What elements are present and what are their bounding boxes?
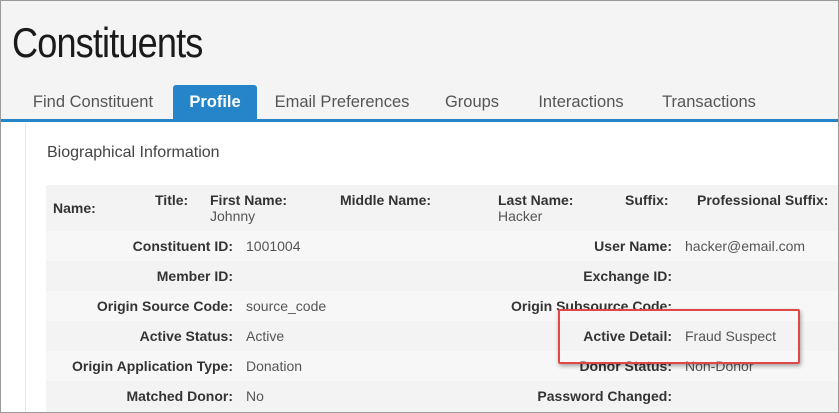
tab-profile[interactable]: Profile xyxy=(173,85,257,119)
biographical-grid: Name: Title: First Name: Johnny Middle N… xyxy=(46,185,838,412)
origin-application-type-label: Origin Application Type: xyxy=(72,358,233,374)
origin-source-code-label: Origin Source Code: xyxy=(96,298,233,314)
section-title: Biographical Information xyxy=(47,144,220,161)
active-status-label: Active Status: xyxy=(139,328,233,344)
tab-transactions[interactable]: Transactions xyxy=(649,85,769,119)
last-name-label: Last Name: xyxy=(498,192,574,208)
last-name-value: Hacker xyxy=(498,208,543,224)
donor-status-label: Donor Status: xyxy=(579,358,672,374)
constituent-id-value: 1001004 xyxy=(246,238,301,254)
tab-underline xyxy=(1,119,838,122)
password-changed-label: Password Changed: xyxy=(537,388,672,404)
suffix-label: Suffix: xyxy=(625,192,669,208)
tab-email-preferences[interactable]: Email Preferences xyxy=(263,85,421,119)
constituent-id-label: Constituent ID: xyxy=(132,238,233,254)
member-id-label: Member ID: xyxy=(156,268,233,284)
field-row: Constituent ID: 1001004 User Name: hacke… xyxy=(46,231,838,261)
profile-panel: Biographical Information Name: Title: Fi… xyxy=(25,123,838,412)
professional-suffix-label: Professional Suffix: xyxy=(697,192,829,208)
title-label: Title: xyxy=(155,192,189,208)
origin-application-type-value: Donation xyxy=(246,358,303,374)
exchange-id-label: Exchange ID: xyxy=(583,268,672,284)
name-label: Name: xyxy=(53,200,96,216)
tab-find-constituent[interactable]: Find Constituent xyxy=(15,85,171,119)
middle-name-label: Middle Name: xyxy=(340,192,432,208)
first-name-label: First Name: xyxy=(210,192,288,208)
app-frame: Constituents Find Constituent Profile Em… xyxy=(0,0,839,413)
active-detail-value: Fraud Suspect xyxy=(685,328,777,344)
origin-subsource-code-label: Origin Subsource Code: xyxy=(510,298,672,314)
field-row: Matched Donor: No Password Changed: xyxy=(46,381,838,411)
field-row: Member ID: Exchange ID: xyxy=(46,261,838,291)
matched-donor-value: No xyxy=(246,388,264,404)
first-name-value: Johnny xyxy=(210,208,256,224)
page-title: Constituents xyxy=(12,19,203,66)
field-row: Active Status: Active Active Detail: Fra… xyxy=(46,321,838,351)
field-row: Origin Application Type: Donation Donor … xyxy=(46,351,838,381)
user-name-value: hacker@email.com xyxy=(685,238,806,254)
field-row: Origin Source Code: source_code Origin S… xyxy=(46,291,838,321)
matched-donor-label: Matched Donor: xyxy=(126,388,233,404)
active-status-value: Active xyxy=(246,328,285,344)
name-row: Name: Title: First Name: Johnny Middle N… xyxy=(46,185,838,231)
tab-bar: Find Constituent Profile Email Preferenc… xyxy=(1,85,838,119)
donor-status-value: Non-Donor xyxy=(685,358,754,374)
active-detail-label: Active Detail: xyxy=(583,328,672,344)
user-name-label: User Name: xyxy=(594,238,672,254)
origin-source-code-value: source_code xyxy=(246,298,327,314)
tab-groups[interactable]: Groups xyxy=(433,85,511,119)
tab-interactions[interactable]: Interactions xyxy=(523,85,639,119)
page-header: Constituents Find Constituent Profile Em… xyxy=(1,1,838,121)
